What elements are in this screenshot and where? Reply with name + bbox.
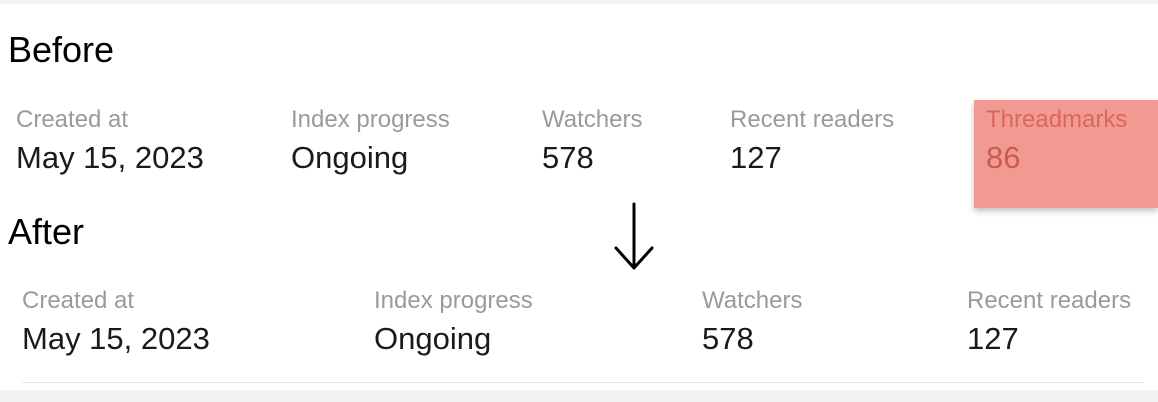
- stat-label: Index progress: [374, 287, 533, 314]
- before-stat-created-at: Created at May 15, 2023: [16, 106, 204, 175]
- stat-label: Threadmarks: [986, 106, 1128, 133]
- before-stat-recent-readers: Recent readers 127: [730, 106, 895, 175]
- stat-label: Index progress: [291, 106, 450, 133]
- before-heading: Before: [8, 29, 115, 70]
- stat-value: May 15, 2023: [16, 140, 204, 175]
- before-stat-threadmarks: Threadmarks 86: [986, 106, 1128, 175]
- stat-value: 86: [986, 140, 1021, 175]
- stat-label: Created at: [22, 287, 135, 314]
- after-stat-index-progress: Index progress Ongoing: [374, 287, 533, 356]
- after-stat-recent-readers: Recent readers 127: [967, 287, 1132, 356]
- after-stat-watchers: Watchers 578: [702, 287, 803, 356]
- stat-value: May 15, 2023: [22, 321, 210, 356]
- stat-label: Watchers: [702, 287, 803, 314]
- stat-value: 578: [702, 321, 754, 356]
- stat-value: Ongoing: [291, 140, 409, 175]
- stat-value: 127: [967, 321, 1019, 356]
- divider: [22, 382, 1144, 383]
- stat-label: Recent readers: [967, 287, 1132, 314]
- before-stat-watchers: Watchers 578: [542, 106, 643, 175]
- arrow-down-icon: [614, 202, 654, 270]
- after-heading: After: [8, 211, 85, 252]
- stat-label: Created at: [16, 106, 129, 133]
- stat-value: 578: [542, 140, 594, 175]
- stat-value: Ongoing: [374, 321, 492, 356]
- stat-value: 127: [730, 140, 782, 175]
- after-stat-created-at: Created at May 15, 2023: [22, 287, 210, 356]
- stat-label: Recent readers: [730, 106, 895, 133]
- before-stat-index-progress: Index progress Ongoing: [291, 106, 450, 175]
- threadmarks-highlight: Threadmarks 86: [974, 100, 1158, 208]
- comparison-card: Before Created at May 15, 2023 Index pro…: [0, 4, 1158, 390]
- stat-label: Watchers: [542, 106, 643, 133]
